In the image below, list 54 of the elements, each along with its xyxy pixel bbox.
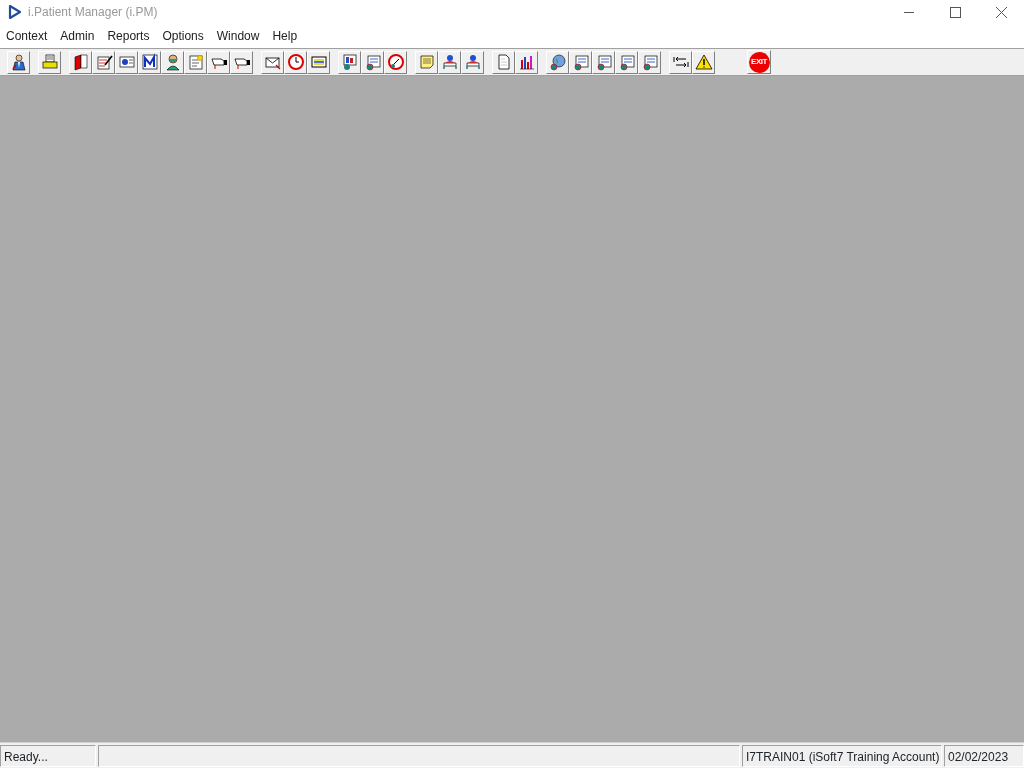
pencil-icon: [94, 53, 113, 71]
card-icon: [117, 53, 136, 71]
toolbar-button[interactable]: [592, 50, 615, 74]
warning-icon: [694, 53, 713, 71]
toolbar-button[interactable]: [638, 50, 661, 74]
monitor-icon: [340, 53, 359, 71]
status-text: 02/02/2023: [944, 745, 1024, 767]
toolbar-button[interactable]: [569, 50, 592, 74]
person-icon: [9, 53, 28, 71]
toolbar-button[interactable]: [461, 50, 484, 74]
toolbar-button[interactable]: [338, 50, 361, 74]
toolbar-button[interactable]: [7, 50, 30, 74]
maximize-icon: [949, 6, 961, 18]
status-text: I7TRAIN01 (iSoft7 Training Account): [742, 745, 942, 767]
toolbar-button[interactable]: [515, 50, 538, 74]
toolbar-button[interactable]: [361, 50, 384, 74]
toolbar-button[interactable]: [546, 50, 569, 74]
sticky-note-icon: [417, 53, 436, 71]
globe-icon: [548, 53, 567, 71]
close-icon: [995, 6, 1007, 18]
toolbar-button[interactable]: [230, 50, 253, 74]
menu-item[interactable]: Options: [156, 25, 211, 48]
form-icon: [640, 53, 659, 71]
clock-icon: [286, 53, 305, 71]
letter-icon: [140, 53, 159, 71]
form-icon: [617, 53, 636, 71]
menu-item[interactable]: Help: [266, 25, 305, 48]
toolbar-button[interactable]: [115, 50, 138, 74]
toolbar-button[interactable]: [692, 50, 715, 74]
toolbar-button[interactable]: [92, 50, 115, 74]
form-icon: [363, 53, 382, 71]
menu-item[interactable]: Admin: [54, 25, 102, 48]
list-icon: [309, 53, 328, 71]
toolbar-button[interactable]: [69, 50, 92, 74]
bar-chart-icon: [517, 53, 536, 71]
form-icon: [594, 53, 613, 71]
window-title: i.Patient Manager (i.PM): [28, 4, 158, 21]
toolbar-button[interactable]: [161, 50, 184, 74]
bed-icon: [463, 53, 482, 71]
menu-item[interactable]: Window: [210, 25, 267, 48]
form-icon: [571, 53, 590, 71]
menu-item[interactable]: Context: [0, 25, 55, 48]
toolbar-button[interactable]: [207, 50, 230, 74]
app-logo-icon: [8, 5, 22, 19]
bed-icon: [440, 53, 459, 71]
exit-button[interactable]: EXIT: [747, 50, 771, 74]
toolbar-button[interactable]: [438, 50, 461, 74]
gauge-icon: [386, 53, 405, 71]
toolbar-button[interactable]: [138, 50, 161, 74]
toolbar-button[interactable]: [615, 50, 638, 74]
menu-item[interactable]: Reports: [101, 25, 157, 48]
status-text: Ready...: [0, 745, 96, 767]
printer-icon: [40, 53, 59, 71]
note-icon: [186, 53, 205, 71]
